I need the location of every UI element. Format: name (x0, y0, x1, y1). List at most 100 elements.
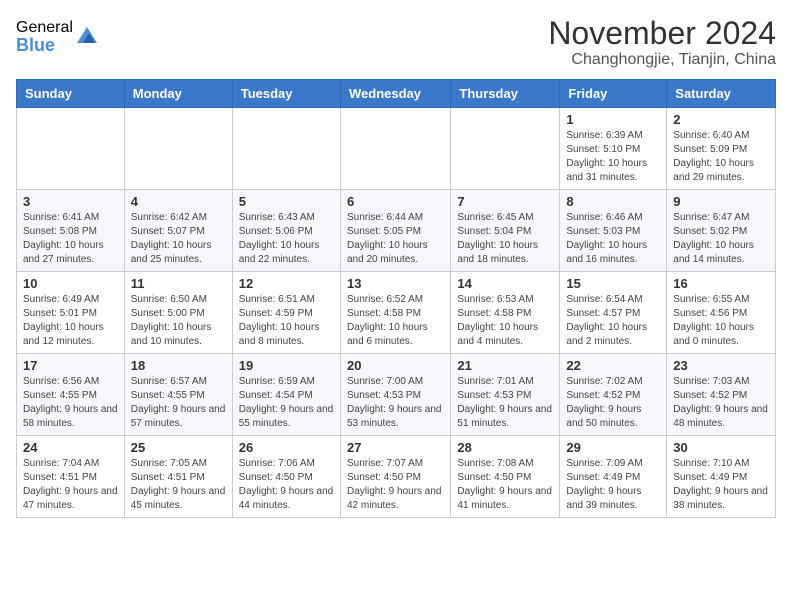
day-info: Sunrise: 6:59 AMSunset: 4:54 PMDaylight:… (239, 375, 334, 431)
day-number: 4 (131, 194, 226, 209)
day-number: 13 (347, 276, 444, 291)
calendar-cell: 9 Sunrise: 6:47 AMSunset: 5:02 PMDaylight… (667, 190, 776, 272)
calendar-cell: 23 Sunrise: 7:03 AMSunset: 4:52 PMDayligh… (667, 354, 776, 436)
title-block: November 2024 Changhongjie, Tianjin, Chi… (548, 16, 776, 69)
calendar-cell (124, 108, 232, 190)
logo-general: General (16, 20, 73, 36)
day-number: 15 (566, 276, 660, 291)
day-number: 20 (347, 358, 444, 373)
calendar-cell: 28 Sunrise: 7:08 AMSunset: 4:50 PMDayligh… (451, 436, 560, 518)
day-info: Sunrise: 7:03 AMSunset: 4:52 PMDaylight:… (673, 375, 769, 431)
day-number: 14 (457, 276, 553, 291)
calendar-cell: 7 Sunrise: 6:45 AMSunset: 5:04 PMDaylight… (451, 190, 560, 272)
day-number: 11 (131, 276, 226, 291)
weekday-header: Monday (124, 80, 232, 108)
day-info: Sunrise: 6:41 AMSunset: 5:08 PMDaylight:… (23, 211, 118, 267)
day-number: 27 (347, 440, 444, 455)
day-info: Sunrise: 6:44 AMSunset: 5:05 PMDaylight:… (347, 211, 444, 267)
day-number: 8 (566, 194, 660, 209)
calendar-cell: 22 Sunrise: 7:02 AMSunset: 4:52 PMDayligh… (560, 354, 667, 436)
calendar-cell: 27 Sunrise: 7:07 AMSunset: 4:50 PMDayligh… (340, 436, 450, 518)
day-number: 26 (239, 440, 334, 455)
day-number: 21 (457, 358, 553, 373)
day-info: Sunrise: 6:45 AMSunset: 5:04 PMDaylight:… (457, 211, 553, 267)
calendar-cell: 14 Sunrise: 6:53 AMSunset: 4:58 PMDayligh… (451, 272, 560, 354)
page-header: General Blue November 2024 Changhongjie,… (16, 16, 776, 69)
day-info: Sunrise: 6:52 AMSunset: 4:58 PMDaylight:… (347, 293, 444, 349)
day-number: 7 (457, 194, 553, 209)
calendar-cell: 8 Sunrise: 6:46 AMSunset: 5:03 PMDaylight… (560, 190, 667, 272)
calendar-cell: 1Sunrise: 6:39 AMSunset: 5:10 PMDaylight… (560, 108, 667, 190)
weekday-header: Wednesday (340, 80, 450, 108)
calendar-cell: 6 Sunrise: 6:44 AMSunset: 5:05 PMDaylight… (340, 190, 450, 272)
day-info: Sunrise: 7:01 AMSunset: 4:53 PMDaylight:… (457, 375, 553, 431)
calendar-cell: 20 Sunrise: 7:00 AMSunset: 4:53 PMDayligh… (340, 354, 450, 436)
calendar-cell: 3Sunrise: 6:41 AMSunset: 5:08 PMDaylight… (17, 190, 125, 272)
day-number: 5 (239, 194, 334, 209)
weekday-header: Thursday (451, 80, 560, 108)
calendar-cell: 5Sunrise: 6:43 AMSunset: 5:06 PMDaylight… (232, 190, 340, 272)
weekday-header: Tuesday (232, 80, 340, 108)
day-number: 24 (23, 440, 118, 455)
day-number: 17 (23, 358, 118, 373)
calendar-week-row: 24Sunrise: 7:04 AMSunset: 4:51 PMDayligh… (17, 436, 776, 518)
day-number: 28 (457, 440, 553, 455)
calendar-cell: 17 Sunrise: 6:56 AMSunset: 4:55 PMDayligh… (17, 354, 125, 436)
day-number: 9 (673, 194, 769, 209)
calendar-cell: 19 Sunrise: 6:59 AMSunset: 4:54 PMDayligh… (232, 354, 340, 436)
weekday-header-row: SundayMondayTuesdayWednesdayThursdayFrid… (17, 80, 776, 108)
day-info: Sunrise: 7:05 AMSunset: 4:51 PMDaylight:… (131, 457, 226, 513)
calendar-cell: 25 Sunrise: 7:05 AMSunset: 4:51 PMDayligh… (124, 436, 232, 518)
calendar-cell: 30Sunrise: 7:10 AMSunset: 4:49 PMDayligh… (667, 436, 776, 518)
day-info: Sunrise: 6:51 AMSunset: 4:59 PMDaylight:… (239, 293, 334, 349)
day-number: 10 (23, 276, 118, 291)
calendar-cell: 18 Sunrise: 6:57 AMSunset: 4:55 PMDayligh… (124, 354, 232, 436)
calendar-week-row: 10Sunrise: 6:49 AMSunset: 5:01 PMDayligh… (17, 272, 776, 354)
logo-icon (75, 23, 99, 47)
calendar-cell: 2Sunrise: 6:40 AMSunset: 5:09 PMDaylight… (667, 108, 776, 190)
day-number: 29 (566, 440, 660, 455)
calendar-cell: 24Sunrise: 7:04 AMSunset: 4:51 PMDayligh… (17, 436, 125, 518)
day-number: 19 (239, 358, 334, 373)
calendar-cell: 26 Sunrise: 7:06 AMSunset: 4:50 PMDayligh… (232, 436, 340, 518)
calendar: SundayMondayTuesdayWednesdayThursdayFrid… (16, 79, 776, 518)
day-number: 6 (347, 194, 444, 209)
calendar-cell (232, 108, 340, 190)
day-info: Sunrise: 7:02 AMSunset: 4:52 PMDaylight:… (566, 375, 660, 431)
day-number: 18 (131, 358, 226, 373)
calendar-cell: 10Sunrise: 6:49 AMSunset: 5:01 PMDayligh… (17, 272, 125, 354)
day-info: Sunrise: 6:53 AMSunset: 4:58 PMDaylight:… (457, 293, 553, 349)
day-number: 23 (673, 358, 769, 373)
day-info: Sunrise: 7:06 AMSunset: 4:50 PMDaylight:… (239, 457, 334, 513)
calendar-cell: 15 Sunrise: 6:54 AMSunset: 4:57 PMDayligh… (560, 272, 667, 354)
day-info: Sunrise: 6:42 AMSunset: 5:07 PMDaylight:… (131, 211, 226, 267)
calendar-week-row: 17 Sunrise: 6:56 AMSunset: 4:55 PMDayligh… (17, 354, 776, 436)
calendar-week-row: 3Sunrise: 6:41 AMSunset: 5:08 PMDaylight… (17, 190, 776, 272)
day-number: 22 (566, 358, 660, 373)
weekday-header: Saturday (667, 80, 776, 108)
day-info: Sunrise: 6:57 AMSunset: 4:55 PMDaylight:… (131, 375, 226, 431)
day-info: Sunrise: 6:55 AMSunset: 4:56 PMDaylight:… (673, 293, 769, 349)
weekday-header: Sunday (17, 80, 125, 108)
calendar-cell: 13 Sunrise: 6:52 AMSunset: 4:58 PMDayligh… (340, 272, 450, 354)
location: Changhongjie, Tianjin, China (548, 51, 776, 69)
logo: General Blue (16, 20, 99, 54)
day-info: Sunrise: 6:54 AMSunset: 4:57 PMDaylight:… (566, 293, 660, 349)
day-number: 25 (131, 440, 226, 455)
weekday-header: Friday (560, 80, 667, 108)
day-info: Sunrise: 6:56 AMSunset: 4:55 PMDaylight:… (23, 375, 118, 431)
day-info: Sunrise: 7:07 AMSunset: 4:50 PMDaylight:… (347, 457, 444, 513)
calendar-cell: 12Sunrise: 6:51 AMSunset: 4:59 PMDayligh… (232, 272, 340, 354)
day-info: Sunrise: 6:39 AMSunset: 5:10 PMDaylight:… (566, 129, 660, 185)
day-info: Sunrise: 7:09 AMSunset: 4:49 PMDaylight:… (566, 457, 660, 513)
day-info: Sunrise: 6:47 AMSunset: 5:02 PMDaylight:… (673, 211, 769, 267)
day-info: Sunrise: 6:40 AMSunset: 5:09 PMDaylight:… (673, 129, 769, 185)
day-info: Sunrise: 7:08 AMSunset: 4:50 PMDaylight:… (457, 457, 553, 513)
day-info: Sunrise: 7:00 AMSunset: 4:53 PMDaylight:… (347, 375, 444, 431)
calendar-cell: 16Sunrise: 6:55 AMSunset: 4:56 PMDayligh… (667, 272, 776, 354)
logo-blue: Blue (16, 36, 73, 54)
calendar-week-row: 1Sunrise: 6:39 AMSunset: 5:10 PMDaylight… (17, 108, 776, 190)
day-info: Sunrise: 6:46 AMSunset: 5:03 PMDaylight:… (566, 211, 660, 267)
calendar-cell (451, 108, 560, 190)
month-title: November 2024 (548, 16, 776, 51)
